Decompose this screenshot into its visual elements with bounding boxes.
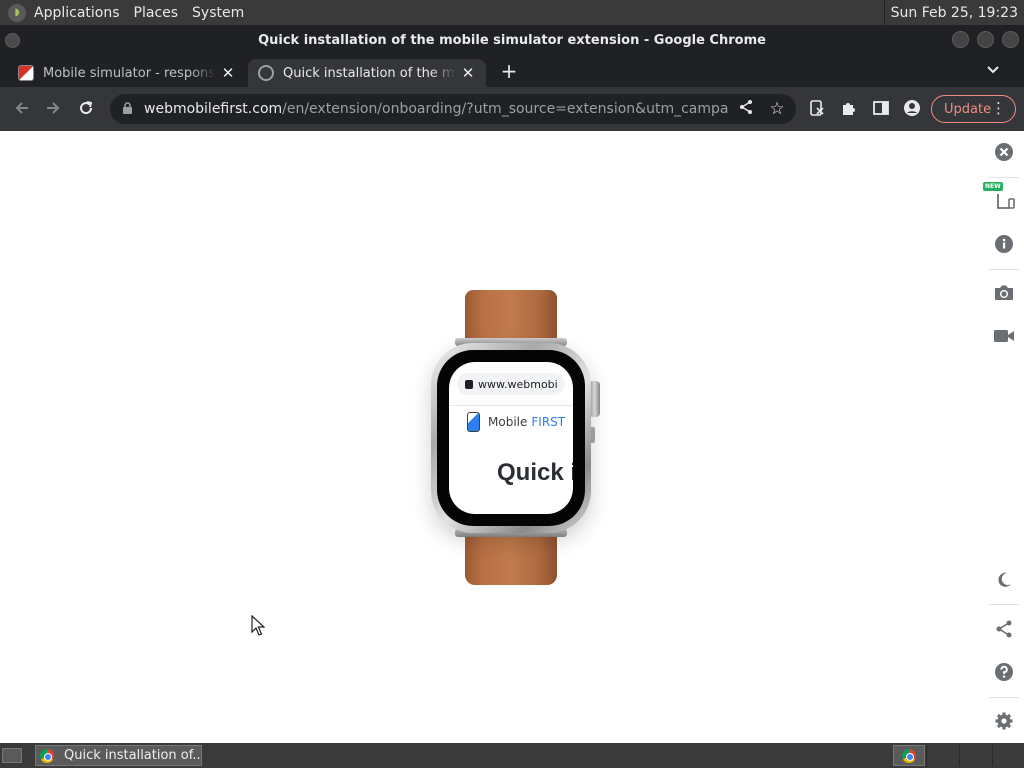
url-text[interactable]: webmobilefirst.com/en/extension/onboardi… <box>144 101 728 117</box>
menu-system[interactable]: System <box>192 5 244 21</box>
devices-icon[interactable]: NEW <box>983 182 1024 212</box>
url-host: webmobilefirst.com <box>144 101 283 117</box>
settings-icon[interactable] <box>983 709 1024 733</box>
separator <box>989 697 1019 698</box>
address-bar[interactable]: webmobilefirst.com/en/extension/onboardi… <box>110 94 796 124</box>
close-tab-icon[interactable]: ✕ <box>220 64 236 82</box>
bookmark-star-icon[interactable]: ☆ <box>767 99 787 119</box>
brand-first-text: FIRST <box>531 415 566 429</box>
camera-icon[interactable] <box>983 281 1024 305</box>
watch-lock-icon <box>465 379 473 389</box>
watch-url-text: www.webmobi <box>478 377 558 391</box>
share-icon[interactable] <box>983 617 1024 641</box>
menu-applications[interactable]: Applications <box>34 5 120 21</box>
page-content: www.webmobi Mobile FIRST Quick i NEW <box>0 131 1024 743</box>
profile-avatar-icon[interactable] <box>902 99 922 119</box>
reload-icon[interactable] <box>76 99 96 119</box>
minimize-button[interactable] <box>952 31 969 48</box>
tab-strip: Mobile simulator - responsive testing to… <box>0 55 1024 87</box>
tab-label: Quick installation of the mobile simulat… <box>283 65 456 81</box>
phone-logo-icon <box>467 412 480 432</box>
close-icon[interactable] <box>983 140 1024 164</box>
system-taskbar: Quick installation of... <box>0 743 1024 768</box>
system-top-panel: ◗ Applications Places System Sun Feb 25,… <box>0 0 1024 25</box>
window-title: Quick installation of the mobile simulat… <box>258 32 766 48</box>
workspace-1-chrome-icon[interactable] <box>893 745 925 766</box>
window-menu-icon[interactable] <box>5 33 20 48</box>
tab-label: Mobile simulator - responsive testing to… <box>43 65 216 81</box>
show-desktop-icon[interactable] <box>2 748 22 763</box>
separator <box>989 604 1019 605</box>
extensions-puzzle-icon[interactable] <box>839 99 859 119</box>
taskbar-window-chrome[interactable]: Quick installation of... <box>35 745 202 766</box>
chrome-icon <box>40 748 54 763</box>
side-panel-icon[interactable] <box>871 99 891 119</box>
distro-logo-icon[interactable]: ◗ <box>8 3 26 22</box>
maximize-button[interactable] <box>977 31 994 48</box>
tab-quick-installation[interactable]: Quick installation of the mobile simulat… <box>248 59 486 87</box>
update-button[interactable]: Update ⋮ <box>931 95 1016 123</box>
mouse-pointer-icon <box>251 615 265 636</box>
system-clock[interactable]: Sun Feb 25, 19:23 <box>883 0 1024 25</box>
tab-mobile-simulator[interactable]: Mobile simulator - responsive testing to… <box>8 59 246 87</box>
mobile-first-logo[interactable]: Mobile FIRST <box>467 412 565 432</box>
lock-icon[interactable] <box>120 102 134 116</box>
brand-mobile-text: Mobile <box>488 415 528 429</box>
simulator-side-panel: NEW <box>983 131 1024 743</box>
globe-icon <box>258 65 274 81</box>
new-badge: NEW <box>983 182 1003 191</box>
menu-places[interactable]: Places <box>134 5 179 21</box>
info-icon[interactable] <box>983 232 1024 256</box>
share-page-icon[interactable] <box>736 99 756 119</box>
watch-url-bar[interactable]: www.webmobi <box>457 373 565 395</box>
extension-mobile-simulator-icon[interactable] <box>807 99 827 119</box>
url-path: /en/extension/onboarding/?utm_source=ext… <box>282 101 728 117</box>
workspace-2[interactable] <box>926 745 958 766</box>
watch-divider <box>449 405 573 406</box>
browser-toolbar: webmobilefirst.com/en/extension/onboardi… <box>0 87 1024 131</box>
watch-page-heading: Quick i <box>497 459 573 486</box>
moon-icon[interactable] <box>983 568 1024 592</box>
workspace-3[interactable] <box>959 745 991 766</box>
tab-search-chevron-icon[interactable] <box>984 64 1002 80</box>
chrome-icon <box>902 748 916 763</box>
separator <box>989 269 1019 270</box>
back-arrow-icon[interactable] <box>12 99 32 119</box>
close-tab-icon[interactable]: ✕ <box>460 64 476 82</box>
forward-arrow-icon[interactable] <box>43 99 63 119</box>
window-titlebar: Quick installation of the mobile simulat… <box>0 25 1024 55</box>
new-tab-button[interactable]: + <box>499 61 519 82</box>
workspace-4[interactable] <box>992 745 1024 766</box>
simulator-favicon-icon <box>18 65 34 81</box>
window-controls <box>952 31 1019 48</box>
update-label: Update <box>944 101 992 117</box>
watch-screen[interactable]: www.webmobi Mobile FIRST Quick i <box>449 362 573 514</box>
separator <box>989 177 1019 178</box>
taskbar-window-label: Quick installation of... <box>64 748 202 763</box>
close-window-button[interactable] <box>1002 31 1019 48</box>
chrome-menu-icon[interactable]: ⋮ <box>991 99 1006 117</box>
video-icon[interactable] <box>983 324 1024 348</box>
help-icon[interactable] <box>983 660 1024 684</box>
